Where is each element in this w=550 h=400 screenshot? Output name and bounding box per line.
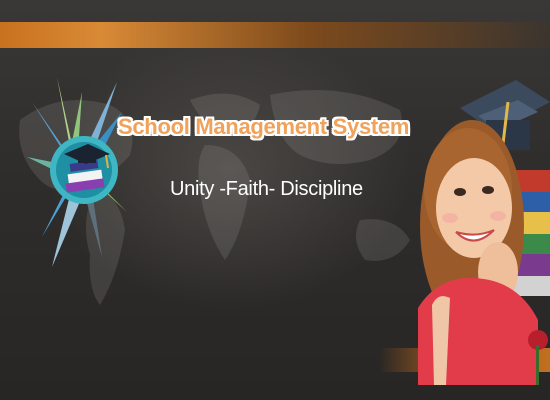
school-emblem-icon [27,77,127,267]
school-motto: Unity -Faith- Discipline [170,178,363,200]
header-banner: School Management System Unity -Faith- D… [0,0,550,400]
student-with-graduation-cap [418,80,550,385]
site-title: School Management System [118,114,410,139]
